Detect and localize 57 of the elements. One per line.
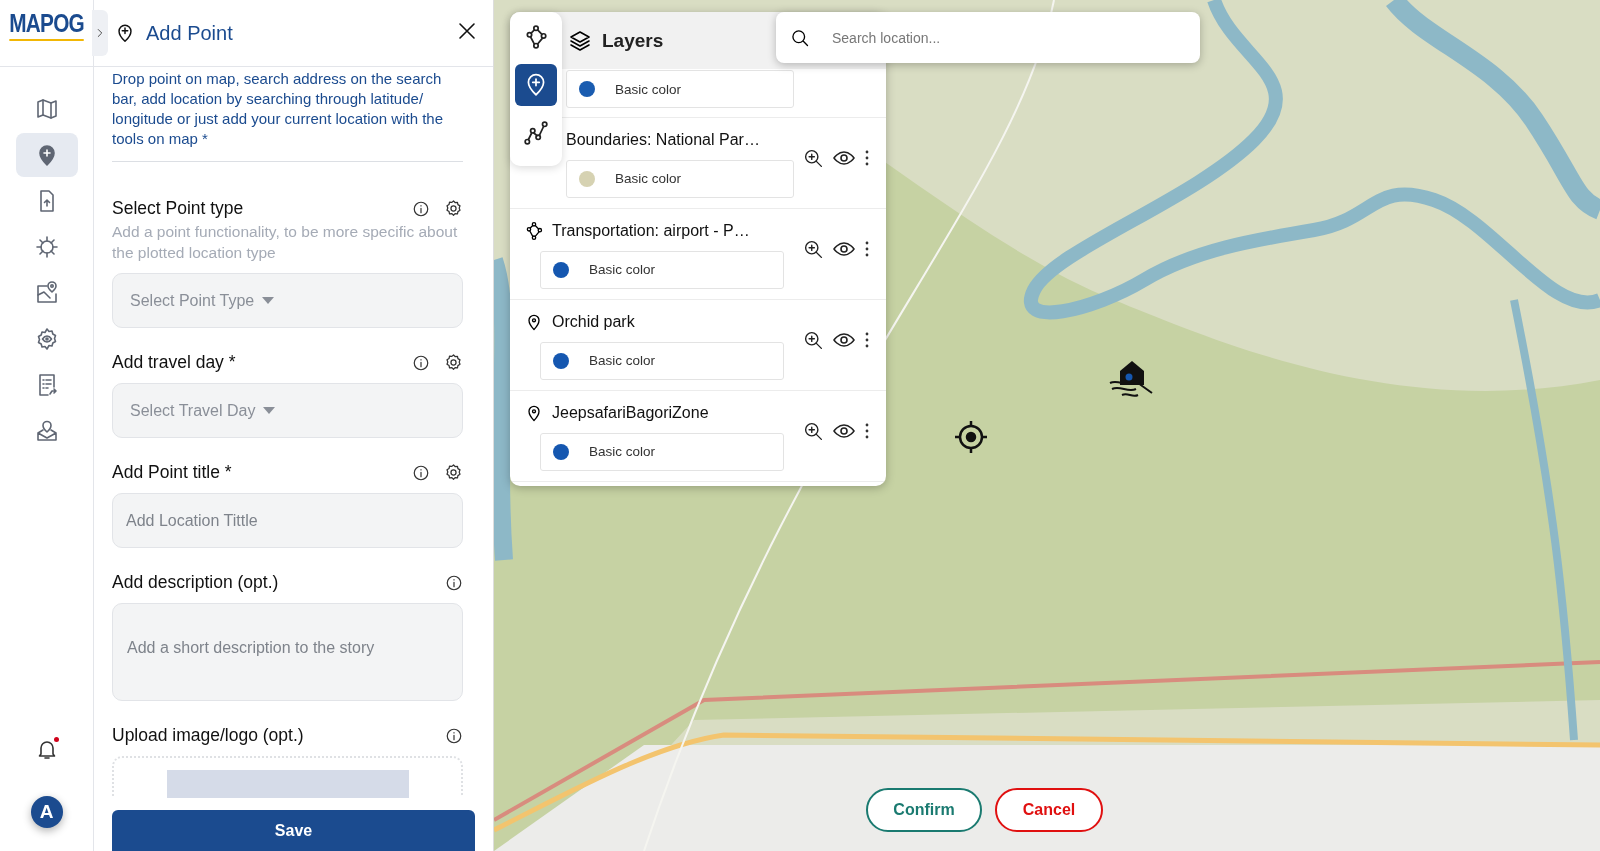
field-label: Add Point title * (112, 462, 233, 483)
field-label: Upload image/logo (opt.) (112, 725, 305, 746)
search-icon (790, 27, 810, 48)
description-input[interactable]: Add a short description to the story (112, 603, 463, 701)
layers-icon (568, 28, 592, 53)
field-label: Add description (opt.) (112, 572, 280, 593)
search-input[interactable]: Search location... (830, 28, 1200, 47)
nav-button[interactable] (15, 133, 78, 177)
save-button[interactable]: Save (112, 810, 475, 851)
settings-icon[interactable] (444, 353, 463, 372)
polyline-tool-icon (523, 120, 549, 146)
map-icon (34, 97, 59, 121)
help-text: Add a point functionality, to be more specific about the plotted location type (112, 222, 459, 263)
layer-name[interactable]: Boundaries: National Par… (566, 130, 760, 149)
info-icon[interactable] (412, 199, 430, 218)
field-label: Select Point type (112, 198, 245, 219)
info-icon[interactable] (412, 463, 430, 482)
cog-icon (34, 235, 59, 259)
map-pin-icon (34, 281, 59, 305)
caret-icon (263, 406, 276, 415)
polygon-tool-icon (523, 24, 549, 50)
settings-icon[interactable] (444, 199, 463, 218)
panel-title: Add Point (146, 21, 234, 45)
more-icon[interactable] (864, 423, 870, 439)
confirm-button[interactable]: Confirm (866, 788, 982, 832)
polygon-tool-icon (524, 220, 544, 241)
layer-style-field[interactable]: Basic color (540, 432, 784, 471)
layer-style-field[interactable]: Basic color (566, 70, 794, 108)
more-icon[interactable] (864, 332, 870, 348)
cancel-button[interactable]: Cancel (995, 788, 1103, 832)
layer-style-field[interactable]: Basic color (540, 250, 784, 289)
info-icon[interactable] (412, 353, 430, 372)
zoom-in-icon[interactable] (803, 147, 824, 169)
layers-title: Layers (602, 29, 664, 52)
layer-style-field[interactable]: Basic color (540, 341, 784, 380)
more-icon[interactable] (864, 150, 870, 166)
layer-name[interactable]: Orchid park (552, 312, 635, 331)
layer-name[interactable]: JeepsafariBagoriZone (552, 403, 709, 422)
info-icon[interactable] (445, 726, 463, 745)
caret-icon (262, 296, 275, 305)
settings-icon[interactable] (444, 463, 463, 482)
zoom-in-icon[interactable] (803, 420, 824, 442)
app-logo[interactable]: MAPOG (9, 9, 84, 41)
zoom-in-icon[interactable] (803, 329, 824, 351)
more-icon[interactable] (864, 241, 870, 257)
crosshair-icon[interactable] (954, 420, 988, 454)
search-field[interactable]: Search location... (776, 12, 1200, 63)
instructions-text: Drop point on map, search address on the search bar, add location by searching through latitude/ longitude or just add your current location with the tools on map * (112, 69, 463, 162)
layer-style-field[interactable]: Basic color (566, 159, 794, 198)
field-label: Add travel day * (112, 352, 237, 373)
map-tool-button[interactable] (515, 64, 557, 106)
zoom-in-icon[interactable] (803, 238, 824, 260)
location-mail-icon (34, 419, 59, 443)
layer-name[interactable]: Transportation: airport - P… (552, 221, 750, 240)
user-avatar[interactable]: A (30, 796, 63, 828)
info-icon[interactable] (445, 573, 463, 592)
title-input[interactable]: Add Location Tittle (112, 493, 463, 548)
